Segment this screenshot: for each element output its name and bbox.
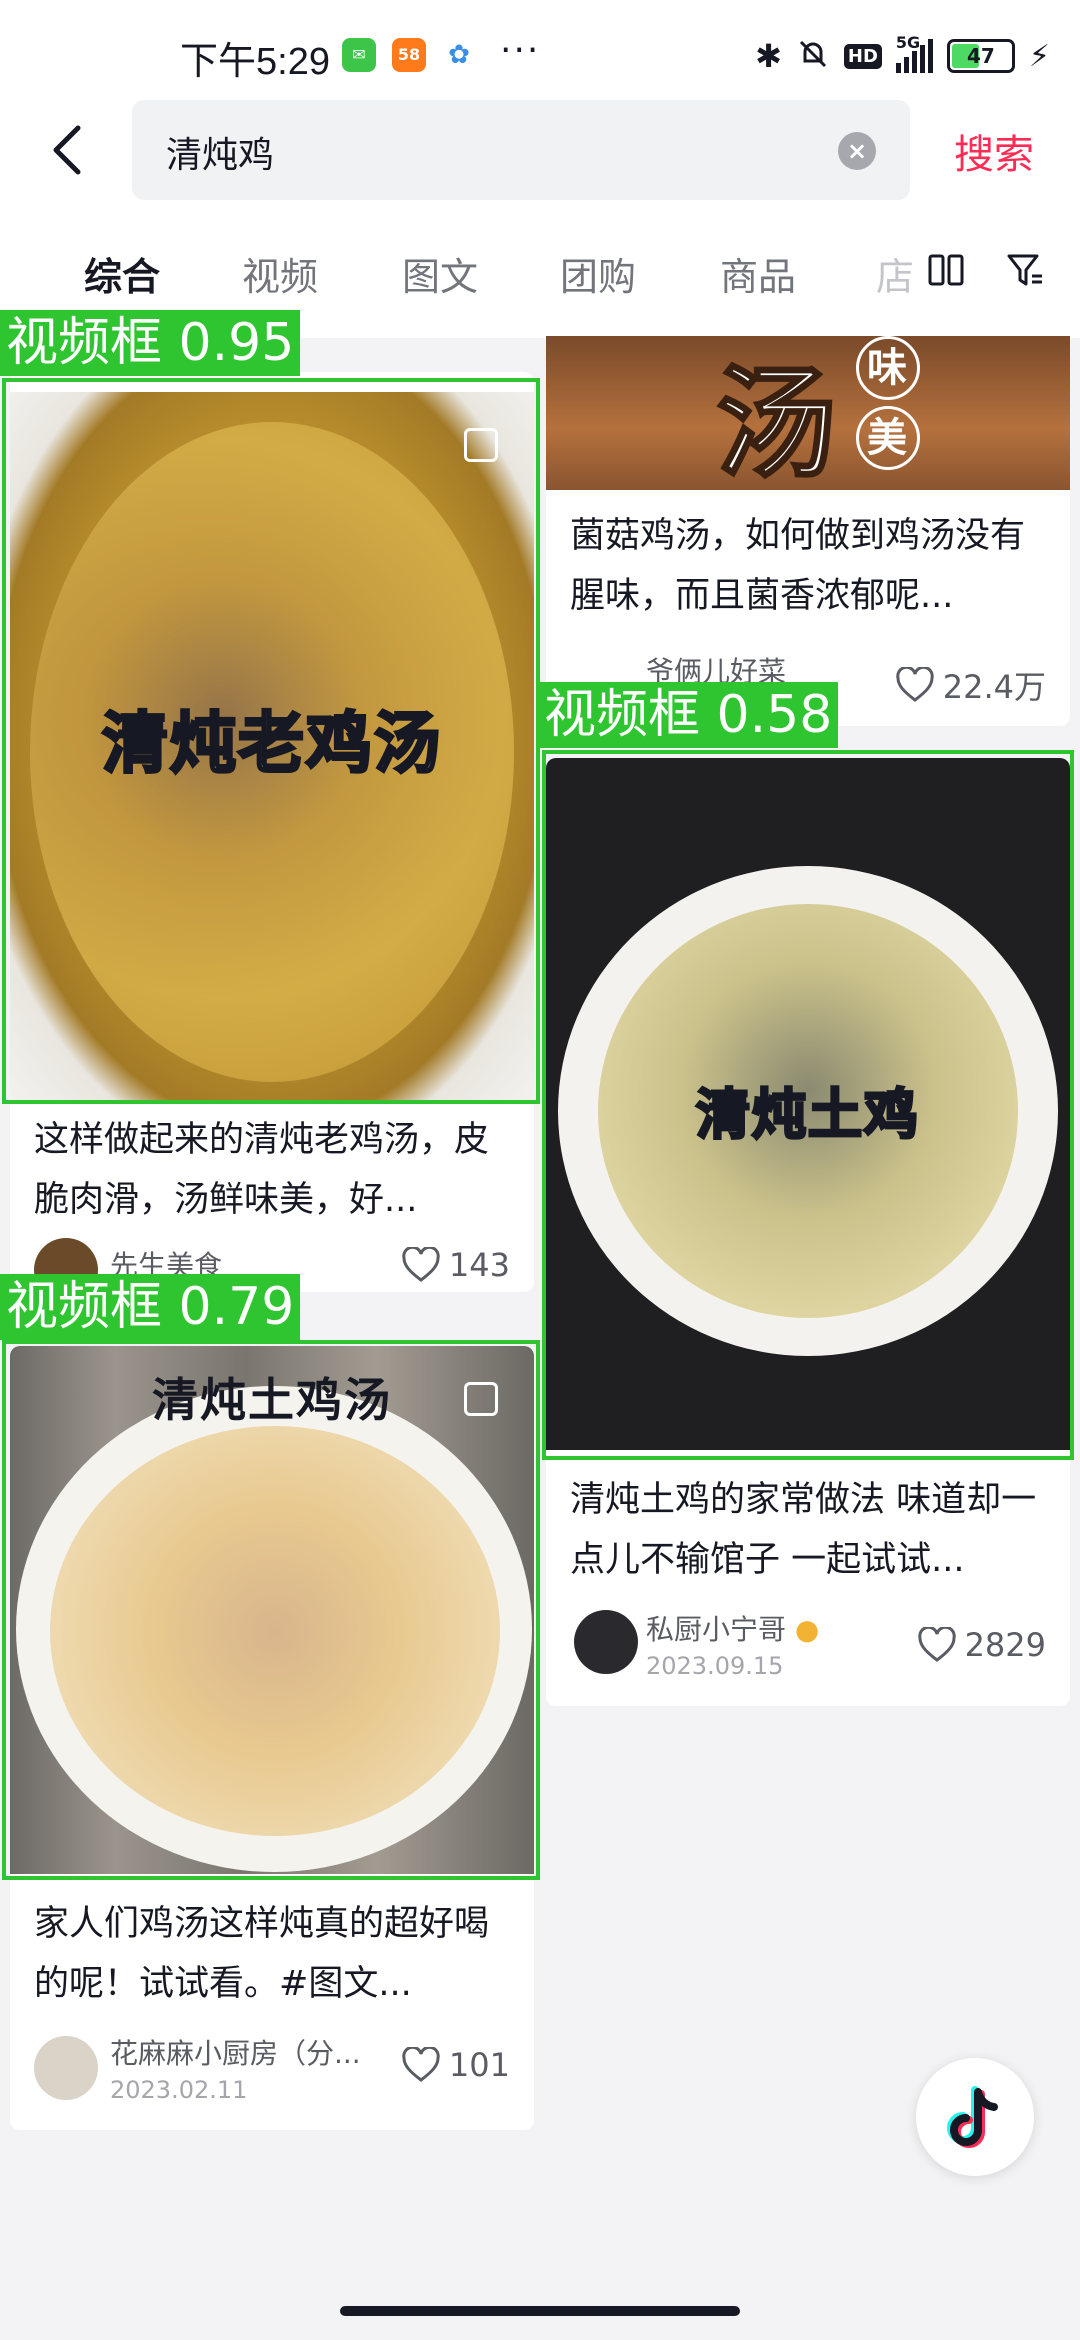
58-app-icon: 58	[392, 38, 426, 72]
like-count[interactable]: 143	[401, 1246, 510, 1284]
thumbnail-caption-small: 味	[856, 336, 920, 400]
heart-icon	[402, 2047, 440, 2082]
heart-icon	[402, 1247, 440, 1282]
cloud-app-icon: ✿	[442, 38, 476, 72]
detection-label: 视频框 0.58	[538, 682, 839, 748]
hd-badge: HD	[843, 43, 882, 69]
battery-icon: 47	[946, 39, 1015, 73]
author-name[interactable]: 私厨小宁哥 ●	[646, 1608, 819, 1648]
video-thumbnail[interactable]: 汤 味 美	[546, 336, 1070, 490]
search-query: 清炖鸡	[166, 135, 275, 176]
detection-label: 视频框 0.95	[0, 310, 301, 376]
like-count-value: 2829	[964, 1626, 1046, 1664]
status-indicators: ✱ HD 5G 47 ⚡	[755, 33, 1050, 78]
avatar[interactable]	[34, 2036, 98, 2100]
card-title: 这样做起来的清炖老鸡汤，皮脆肉滑，汤鲜味美，好...	[34, 1120, 490, 1220]
heart-icon	[896, 667, 934, 702]
author-name[interactable]: 花麻麻小厨房（分...	[110, 2032, 390, 2072]
home-indicator[interactable]	[340, 2306, 740, 2316]
tab-image-text[interactable]: 图文	[402, 246, 478, 301]
network-type: 5G	[895, 33, 921, 52]
like-count[interactable]: 22.4万	[895, 662, 1046, 708]
douyin-fab-button[interactable]	[916, 2058, 1034, 2176]
thumbs-up-emoji-icon: ●	[794, 1613, 820, 1646]
mute-bell-icon	[796, 37, 830, 75]
status-time: 下午5:29	[180, 41, 330, 83]
signal-icon: 5G	[895, 33, 933, 73]
like-count-value: 143	[448, 1246, 510, 1284]
like-count[interactable]: 2829	[917, 1626, 1046, 1664]
more-notifications-icon: ···	[500, 30, 541, 71]
back-arrow-icon	[53, 125, 81, 175]
tab-video[interactable]: 视频	[242, 246, 318, 301]
filter-icon[interactable]	[1005, 250, 1045, 290]
detection-label: 视频框 0.79	[0, 1274, 301, 1340]
card-title: 家人们鸡汤这样炖真的超好喝的呢！试试看。#图文...	[34, 1904, 490, 2004]
clear-icon[interactable]: ×	[838, 132, 876, 170]
post-date: 2023.02.11	[110, 2076, 248, 2104]
detection-box	[542, 750, 1074, 1460]
result-card[interactable]: 汤 味 美 菌菇鸡汤，如何做到鸡汤没有腥味，而且菌香浓郁呢... 爷俩儿好菜 2…	[546, 336, 1070, 726]
layout-toggle-icon[interactable]	[926, 250, 966, 290]
charging-icon: ⚡	[1028, 38, 1050, 74]
card-title: 清炖土鸡的家常做法 味道却一点儿不输馆子 一起试试...	[570, 1480, 1037, 1580]
like-count-value: 101	[448, 2046, 510, 2084]
avatar[interactable]	[574, 1610, 638, 1674]
back-button[interactable]	[40, 114, 104, 186]
thumbnail-caption: 汤	[715, 354, 838, 491]
post-date: 2023.09.15	[646, 1652, 784, 1680]
tab-comprehensive[interactable]: 综合	[84, 246, 160, 301]
bluetooth-icon: ✱	[755, 37, 782, 75]
card-title: 菌菇鸡汤，如何做到鸡汤没有腥味，而且菌香浓郁呢...	[570, 516, 1026, 616]
status-bar: 下午5:29 ✉ 58 ✿ ··· ✱ HD 5G 47 ⚡	[0, 0, 1080, 100]
like-count-value: 22.4万	[942, 668, 1046, 706]
thumbnail-caption-small: 美	[856, 406, 920, 470]
search-button[interactable]: 搜索	[954, 122, 1034, 180]
wechat-notification-icon: ✉	[342, 38, 376, 72]
tab-group-buy[interactable]: 团购	[560, 246, 636, 301]
detection-box	[2, 378, 540, 1104]
battery-level: 47	[967, 44, 995, 68]
detection-box	[2, 1340, 540, 1880]
search-input[interactable]: 清炖鸡 ×	[132, 100, 910, 200]
heart-icon	[917, 1627, 956, 1662]
tab-products[interactable]: 商品	[720, 246, 796, 301]
tab-stores[interactable]: 店	[876, 246, 914, 301]
search-header: 清炖鸡 × 搜索	[0, 100, 1080, 230]
douyin-logo-icon	[947, 2086, 998, 2148]
like-count[interactable]: 101	[401, 2046, 510, 2084]
